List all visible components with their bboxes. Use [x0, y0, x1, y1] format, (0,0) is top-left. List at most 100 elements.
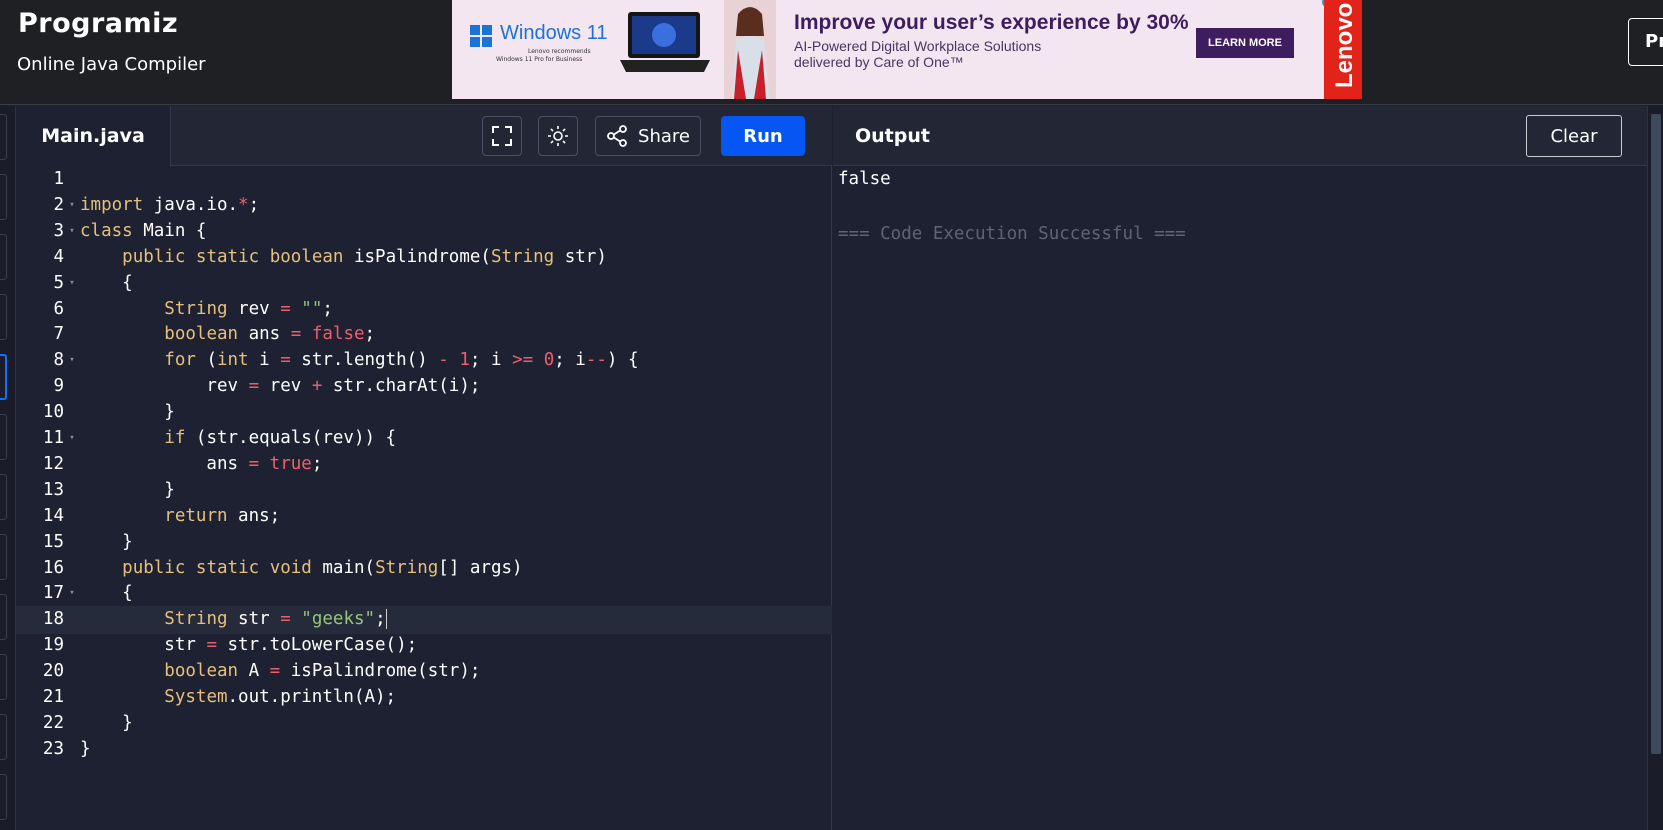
run-button[interactable]: Run: [721, 116, 805, 156]
output-title: Output: [855, 125, 930, 147]
code-text: }: [80, 402, 175, 423]
output-line: === Code Execution Successful ===: [838, 223, 1186, 244]
code-line[interactable]: 11 ▾ if (str.equals(rev)) {: [16, 425, 832, 452]
line-number: 12: [42, 453, 64, 474]
advertisement-banner[interactable]: Windows 11 Lenovo recommends Windows 11 …: [452, 0, 1362, 99]
line-number: 1: [53, 169, 64, 189]
output-console: false === Code Execution Successful ===: [838, 166, 1186, 248]
ad-windows-label: Windows 11: [500, 22, 608, 44]
sidebar-language-item[interactable]: [0, 174, 7, 220]
code-line[interactable]: 17 ▾ {: [16, 580, 832, 607]
code-text: str = str.toLowerCase();: [80, 635, 418, 656]
code-line[interactable]: 15 }: [16, 529, 832, 556]
fold-arrow-icon[interactable]: ▾: [66, 218, 78, 245]
person-image: [724, 0, 776, 99]
code-line[interactable]: 21 System.out.println(A);: [16, 684, 832, 711]
code-line[interactable]: 13 }: [16, 477, 832, 504]
code-text: rev = rev + str.charAt(i);: [80, 376, 481, 397]
line-number: 14: [42, 505, 64, 526]
code-line[interactable]: 8 ▾ for (int i = str.length() - 1; i >= 0…: [16, 347, 832, 374]
top-header: Programiz Online Java Compiler Windows 1…: [0, 0, 1663, 105]
code-line[interactable]: 6 String rev = "";: [16, 296, 832, 323]
fullscreen-button[interactable]: [482, 116, 522, 156]
sidebar-language-item[interactable]: [0, 534, 7, 580]
share-button[interactable]: Share: [595, 116, 701, 156]
line-number: 21: [42, 687, 64, 707]
code-text: {: [80, 272, 133, 293]
file-tab-main-java[interactable]: Main.java: [16, 106, 171, 167]
lenovo-brand-label: Lenovo: [1331, 2, 1358, 88]
sidebar-language-item[interactable]: [0, 414, 7, 460]
code-text: {: [80, 583, 133, 604]
lenovo-brand-block: Lenovo: [1324, 0, 1362, 99]
code-text: class Main {: [80, 220, 207, 241]
header-right-button[interactable]: Pr: [1628, 18, 1663, 66]
line-number: 6: [53, 298, 64, 319]
fold-arrow-icon[interactable]: ▾: [66, 580, 78, 607]
line-number: 23: [42, 738, 64, 759]
code-text: return ans;: [164, 505, 281, 526]
ad-body-line-1: AI-Powered Digital Workplace Solutions: [794, 38, 1042, 54]
code-line[interactable]: 14 return ans;: [16, 503, 832, 530]
code-text: ans = true;: [80, 453, 323, 474]
code-line[interactable]: 23}: [16, 736, 832, 763]
clear-button[interactable]: Clear: [1526, 115, 1622, 157]
code-line[interactable]: 10 }: [16, 399, 832, 426]
scrollbar-thumb[interactable]: [1651, 114, 1661, 754]
ad-learn-more-button[interactable]: LEARN MORE: [1196, 28, 1294, 58]
code-text: boolean A = isPalindrome(str);: [164, 661, 481, 682]
line-number: 3: [53, 220, 64, 241]
line-number: 15: [42, 531, 64, 552]
code-line[interactable]: 3 ▾ class Main {: [16, 218, 832, 245]
sidebar-language-item[interactable]: [0, 294, 7, 340]
sidebar-language-item[interactable]: [0, 594, 7, 640]
line-number: 8: [53, 350, 64, 371]
code-line[interactable]: 20 boolean A = isPalindrome(str);: [16, 658, 832, 685]
sidebar-language-item[interactable]: [0, 714, 7, 760]
theme-toggle-button[interactable]: [538, 116, 578, 156]
code-line[interactable]: 19 str = str.toLowerCase();: [16, 632, 832, 659]
code-text: }: [80, 479, 175, 500]
sidebar-language-item[interactable]: [0, 774, 7, 820]
fold-arrow-icon[interactable]: ▾: [66, 425, 78, 452]
line-number: 16: [42, 557, 64, 578]
fullscreen-icon: [492, 126, 512, 146]
code-line[interactable]: 18 String str = "geeks";: [16, 606, 832, 634]
share-label: Share: [638, 125, 690, 147]
code-line[interactable]: 12 ans = true;: [16, 451, 832, 478]
line-number: 5: [53, 272, 64, 293]
code-line[interactable]: 1: [16, 166, 832, 193]
programiz-logo[interactable]: Programiz: [18, 8, 178, 39]
code-editor[interactable]: 1 2 ▾ import java.io.*; 3 ▾ class Main {4 publ…: [16, 166, 832, 830]
fold-arrow-icon[interactable]: ▾: [66, 347, 78, 374]
code-text: }: [80, 531, 133, 552]
code-line[interactable]: 5 ▾ {: [16, 270, 832, 297]
page-scrollbar[interactable]: [1647, 106, 1663, 830]
code-line[interactable]: 7 boolean ans = false;: [16, 321, 832, 348]
sidebar-language-item[interactable]: [0, 114, 7, 160]
line-number: 18: [42, 609, 64, 630]
laptop-image: [620, 12, 710, 72]
line-number: 13: [42, 479, 64, 500]
code-text: boolean ans = false;: [164, 324, 376, 345]
code-line[interactable]: 4 public static boolean isPalindrome(Str…: [16, 244, 832, 271]
fold-arrow-icon[interactable]: ▾: [66, 192, 78, 219]
line-number: 22: [42, 712, 64, 733]
fold-arrow-icon[interactable]: ▾: [66, 270, 78, 297]
windows-logo-icon: [470, 25, 492, 47]
sidebar-language-item-active[interactable]: [0, 354, 7, 400]
sidebar-language-item[interactable]: [0, 654, 7, 700]
line-number: 7: [53, 324, 64, 345]
output-panel: Output Clear false === Code Execution Suc…: [833, 106, 1647, 830]
sidebar-language-item[interactable]: [0, 234, 7, 280]
code-line[interactable]: 9 rev = rev + str.charAt(i);: [16, 373, 832, 400]
code-text: }: [80, 712, 133, 733]
code-text: for (int i = str.length() - 1; i >= 0; i…: [164, 350, 639, 371]
code-line[interactable]: 16 public static void main(String[] args…: [16, 555, 832, 582]
code-line[interactable]: 2 ▾ import java.io.*;: [16, 192, 832, 219]
sidebar-language-item[interactable]: [0, 474, 7, 520]
language-sidebar: [0, 106, 16, 830]
line-number: 19: [42, 635, 64, 656]
code-line[interactable]: 22 }: [16, 710, 832, 737]
